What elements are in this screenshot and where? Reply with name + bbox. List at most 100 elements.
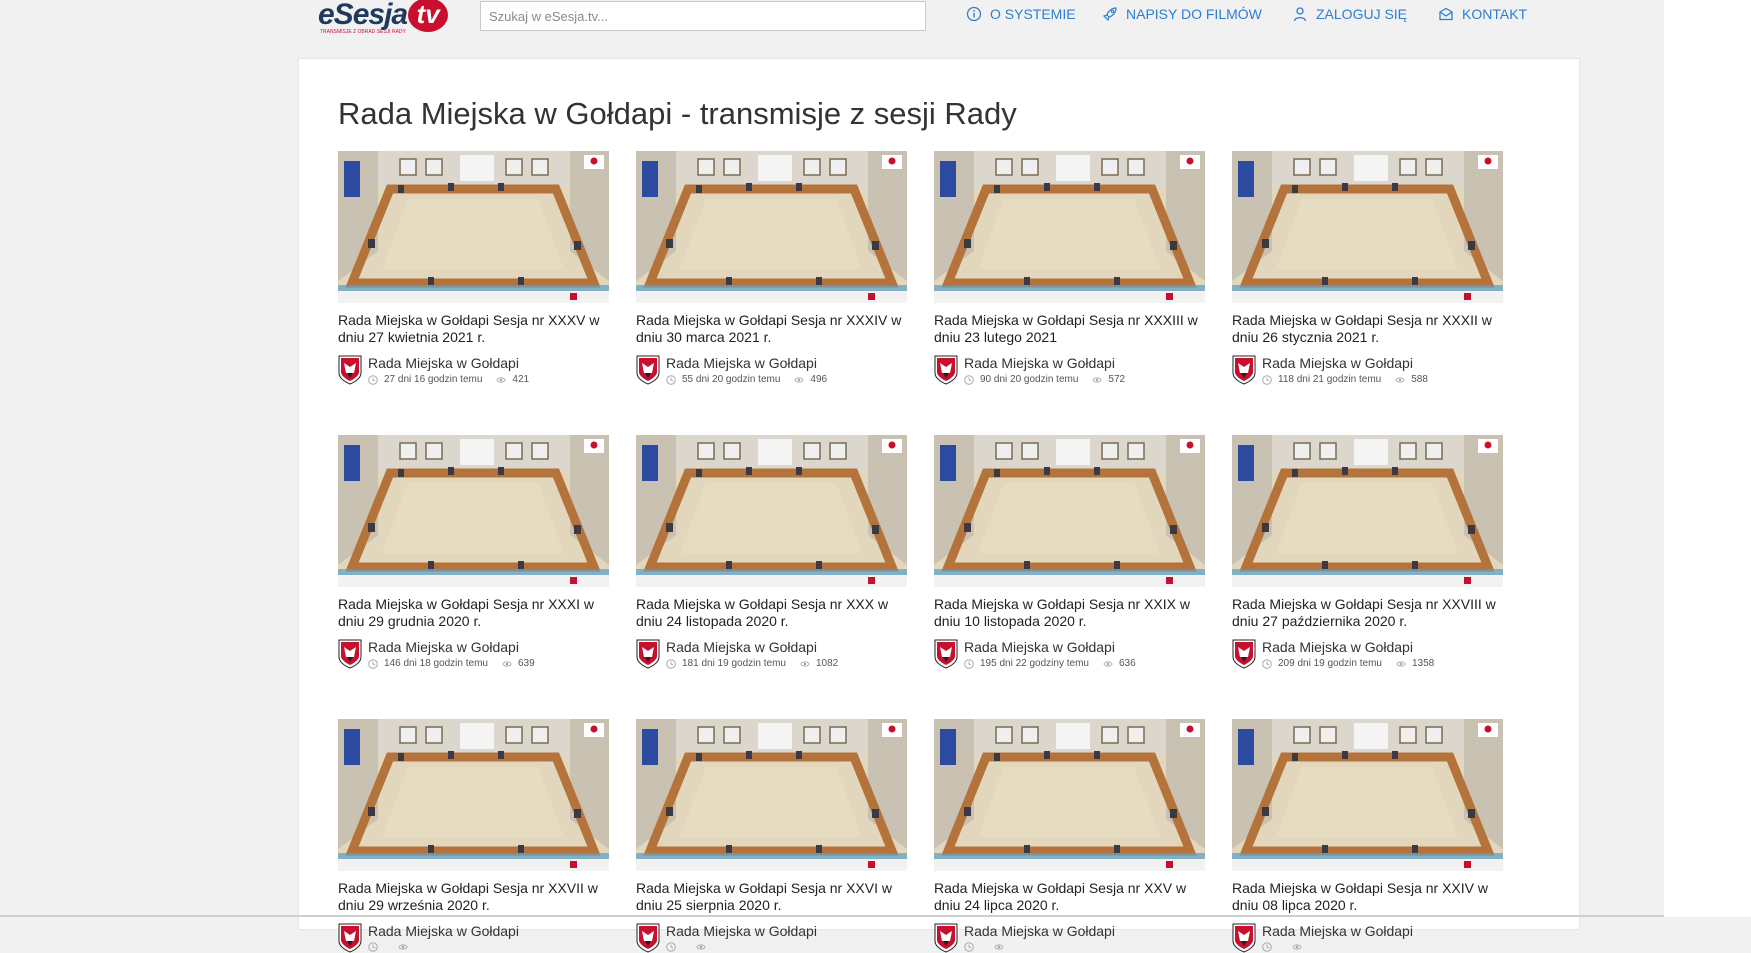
coat-of-arms-avatar[interactable] bbox=[338, 923, 362, 953]
video-thumbnail[interactable] bbox=[934, 719, 1205, 871]
video-thumbnail[interactable] bbox=[1232, 151, 1503, 303]
eye-icon bbox=[1292, 944, 1302, 950]
channel-name[interactable]: Rada Miejska w Gołdapi bbox=[1262, 639, 1434, 656]
video-card: Rada Miejska w Gołdapi Sesja nr XXXIV w … bbox=[636, 151, 907, 385]
video-views: 572 bbox=[1108, 374, 1126, 385]
session-room-image bbox=[338, 719, 609, 871]
video-views: 1082 bbox=[815, 658, 839, 669]
channel-name[interactable]: Rada Miejska w Gołdapi bbox=[666, 639, 838, 656]
video-title[interactable]: Rada Miejska w Gołdapi Sesja nr XXVIII w… bbox=[1232, 596, 1503, 630]
video-stats bbox=[964, 942, 1115, 952]
site-logo[interactable]: eSesja tv TRANSMISJE Z OBRAD SESJI RADY bbox=[318, 0, 449, 36]
video-thumbnail[interactable] bbox=[338, 151, 609, 303]
video-meta: Rada Miejska w Gołdapi 90 dni 20 godzin … bbox=[934, 355, 1205, 385]
channel-name[interactable]: Rada Miejska w Gołdapi bbox=[964, 355, 1125, 372]
video-thumbnail[interactable] bbox=[636, 151, 907, 303]
video-title[interactable]: Rada Miejska w Gołdapi Sesja nr XXIX w d… bbox=[934, 596, 1205, 630]
coat-of-arms-avatar[interactable] bbox=[934, 923, 958, 953]
clock-icon bbox=[666, 374, 676, 385]
video-stats: 209 dni 19 godzin temu 1358 bbox=[1262, 658, 1434, 669]
coat-of-arms-avatar[interactable] bbox=[934, 355, 958, 385]
video-title[interactable]: Rada Miejska w Gołdapi Sesja nr XXIV w d… bbox=[1232, 880, 1503, 914]
video-age: 195 dni 22 godziny temu bbox=[980, 658, 1089, 669]
eye-icon bbox=[696, 944, 706, 950]
user-icon bbox=[1293, 7, 1307, 22]
channel-name[interactable]: Rada Miejska w Gołdapi bbox=[1262, 355, 1428, 372]
video-card: Rada Miejska w Gołdapi Sesja nr XXVII w … bbox=[338, 719, 609, 953]
video-card: Rada Miejska w Gołdapi Sesja nr XXV w dn… bbox=[934, 719, 1205, 953]
video-title[interactable]: Rada Miejska w Gołdapi Sesja nr XXVI w d… bbox=[636, 880, 907, 914]
search-input[interactable] bbox=[480, 1, 926, 31]
video-stats: 90 dni 20 godzin temu 572 bbox=[964, 374, 1125, 385]
video-title[interactable]: Rada Miejska w Gołdapi Sesja nr XXVII w … bbox=[338, 880, 609, 914]
video-meta: Rada Miejska w Gołdapi bbox=[934, 923, 1205, 953]
session-room-image bbox=[636, 435, 907, 587]
video-card: Rada Miejska w Gołdapi Sesja nr XXXII w … bbox=[1232, 151, 1503, 385]
eye-icon bbox=[496, 376, 507, 383]
video-title[interactable]: Rada Miejska w Gołdapi Sesja nr XXV w dn… bbox=[934, 880, 1205, 914]
video-age: 146 dni 18 godzin temu bbox=[384, 658, 488, 669]
video-views: 636 bbox=[1118, 658, 1136, 669]
coat-of-arms-avatar[interactable] bbox=[636, 923, 660, 953]
video-age: 181 dni 19 godzin temu bbox=[682, 658, 786, 669]
video-stats: 27 dni 16 godzin temu 421 bbox=[368, 374, 529, 385]
video-thumbnail[interactable] bbox=[934, 435, 1205, 587]
video-title[interactable]: Rada Miejska w Gołdapi Sesja nr XXX w dn… bbox=[636, 596, 907, 630]
coat-of-arms-avatar[interactable] bbox=[636, 355, 660, 385]
video-thumbnail[interactable] bbox=[1232, 435, 1503, 587]
channel-name[interactable]: Rada Miejska w Gołdapi bbox=[964, 923, 1115, 940]
video-meta: Rada Miejska w Gołdapi 55 dni 20 godzin … bbox=[636, 355, 907, 385]
video-meta: Rada Miejska w Gołdapi 146 dni 18 godzin… bbox=[338, 639, 609, 669]
coat-of-arms-avatar[interactable] bbox=[338, 355, 362, 385]
channel-name[interactable]: Rada Miejska w Gołdapi bbox=[666, 923, 817, 940]
clock-icon bbox=[1262, 658, 1272, 669]
coat-of-arms-avatar[interactable] bbox=[934, 639, 958, 669]
channel-name[interactable]: Rada Miejska w Gołdapi bbox=[964, 639, 1136, 656]
video-title[interactable]: Rada Miejska w Gołdapi Sesja nr XXXII w … bbox=[1232, 312, 1503, 346]
video-card: Rada Miejska w Gołdapi Sesja nr XXIX w d… bbox=[934, 435, 1205, 669]
video-stats: 195 dni 22 godziny temu 636 bbox=[964, 658, 1136, 669]
channel-name[interactable]: Rada Miejska w Gołdapi bbox=[368, 639, 535, 656]
video-age: 27 dni 16 godzin temu bbox=[384, 374, 483, 385]
nav-zaloguj[interactable]: ZALOGUJ SIĘ bbox=[1292, 6, 1407, 22]
video-meta: Rada Miejska w Gołdapi 118 dni 21 godzin… bbox=[1232, 355, 1503, 385]
session-room-image bbox=[338, 435, 609, 587]
session-room-image bbox=[1232, 719, 1503, 871]
channel-name[interactable]: Rada Miejska w Gołdapi bbox=[368, 355, 529, 372]
coat-of-arms-avatar[interactable] bbox=[1232, 639, 1256, 669]
video-thumbnail[interactable] bbox=[636, 719, 907, 871]
nav-kontakt[interactable]: KONTAKT bbox=[1438, 6, 1527, 22]
clock-icon bbox=[964, 374, 974, 385]
video-views: 639 bbox=[517, 658, 535, 669]
video-title[interactable]: Rada Miejska w Gołdapi Sesja nr XXXV w d… bbox=[338, 312, 609, 346]
video-thumbnail[interactable] bbox=[338, 435, 609, 587]
video-meta: Rada Miejska w Gołdapi bbox=[338, 923, 609, 953]
eye-icon bbox=[1396, 660, 1406, 667]
nav-napisy[interactable]: NAPISY DO FILMÓW bbox=[1102, 6, 1262, 22]
video-meta: Rada Miejska w Gołdapi bbox=[636, 923, 907, 953]
video-title[interactable]: Rada Miejska w Gołdapi Sesja nr XXXIV w … bbox=[636, 312, 907, 346]
video-title[interactable]: Rada Miejska w Gołdapi Sesja nr XXXIII w… bbox=[934, 312, 1205, 346]
channel-name[interactable]: Rada Miejska w Gołdapi bbox=[666, 355, 827, 372]
video-age: 55 dni 20 godzin temu bbox=[682, 374, 781, 385]
video-thumbnail[interactable] bbox=[338, 719, 609, 871]
coat-of-arms-avatar[interactable] bbox=[1232, 355, 1256, 385]
video-thumbnail[interactable] bbox=[934, 151, 1205, 303]
session-room-image bbox=[934, 151, 1205, 303]
nav-label: O SYSTEMIE bbox=[990, 6, 1076, 22]
coat-of-arms-avatar[interactable] bbox=[338, 639, 362, 669]
video-age: 209 dni 19 godzin temu bbox=[1278, 658, 1382, 669]
video-thumbnail[interactable] bbox=[636, 435, 907, 587]
video-views: 421 bbox=[512, 374, 530, 385]
coat-of-arms-avatar[interactable] bbox=[636, 639, 660, 669]
nav-o-systemie[interactable]: O SYSTEMIE bbox=[966, 6, 1076, 22]
video-age: 90 dni 20 godzin temu bbox=[980, 374, 1079, 385]
video-meta: Rada Miejska w Gołdapi bbox=[1232, 923, 1503, 953]
coat-of-arms-avatar[interactable] bbox=[1232, 923, 1256, 953]
channel-name[interactable]: Rada Miejska w Gołdapi bbox=[368, 923, 519, 940]
channel-name[interactable]: Rada Miejska w Gołdapi bbox=[1262, 923, 1413, 940]
video-title[interactable]: Rada Miejska w Gołdapi Sesja nr XXXI w d… bbox=[338, 596, 609, 630]
video-stats: 55 dni 20 godzin temu 496 bbox=[666, 374, 827, 385]
video-thumbnail[interactable] bbox=[1232, 719, 1503, 871]
video-card: Rada Miejska w Gołdapi Sesja nr XXXIII w… bbox=[934, 151, 1205, 385]
